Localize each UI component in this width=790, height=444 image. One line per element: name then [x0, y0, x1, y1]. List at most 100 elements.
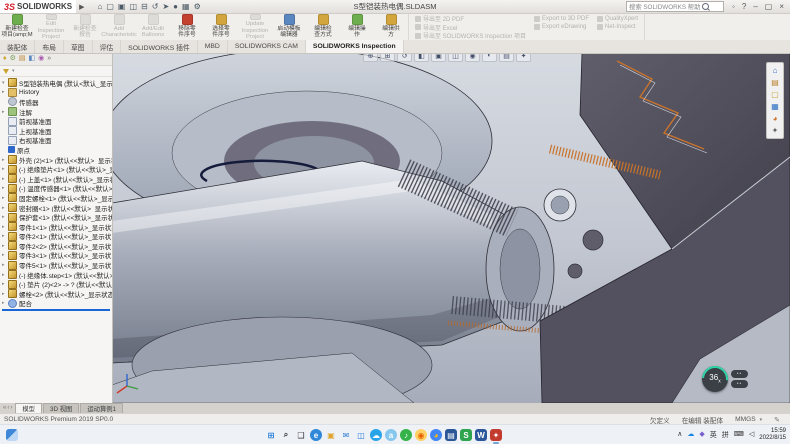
quick-access-icon[interactable]: ⊟: [141, 2, 148, 11]
tray-icon[interactable]: ☁: [687, 431, 694, 439]
export-menu-item[interactable]: QualityXpert: [597, 15, 638, 23]
featuremanager-tab-icon[interactable]: »: [47, 55, 51, 63]
tree-item[interactable]: ▸ (-) 绝缘垫片<1> (默认<<默认>_显: [0, 164, 112, 174]
tab-scroll-arrow-icon[interactable]: «: [3, 405, 6, 411]
tree-root[interactable]: ▾ S型铠装热电偶 (默认<默认_显示状态-1>: [0, 78, 112, 88]
tree-item[interactable]: ▸ 密封圈<1> (默认<<默认>_显示状: [0, 203, 112, 213]
tree-item[interactable]: ▸ 外壳 (2)<1> (默认<<默认>_显示状: [0, 155, 112, 165]
taskbar-app-icon[interactable]: ◫: [355, 429, 367, 441]
window-control-button[interactable]: –: [753, 2, 757, 11]
tree-item[interactable]: ▸ 零件2<1> (默认<<默认>_显示状: [0, 232, 112, 242]
document-tab[interactable]: 运动算例1: [80, 403, 123, 413]
ime-mode-indicator[interactable]: 拼: [722, 430, 729, 440]
menu-flyout-arrow-icon[interactable]: ▶: [79, 3, 84, 11]
ribbon-button[interactable]: Edit Inspection Project: [34, 13, 68, 40]
taskbar-app-icon[interactable]: ▣: [325, 429, 337, 441]
ribbon-button[interactable]: Add/Edit Balloons: [136, 13, 170, 40]
search-icon[interactable]: [702, 3, 709, 10]
export-menu-item[interactable]: 导出至 Excel: [415, 24, 526, 32]
ribbon-button[interactable]: 新建检查 项目(amp;M: [0, 13, 34, 40]
featuremanager-tab-icon[interactable]: ▤: [19, 55, 26, 63]
quick-access-icon[interactable]: ↺: [152, 2, 159, 11]
tree-filter[interactable]: ▾: [0, 66, 112, 77]
ribbon-button[interactable]: Update Inspection Project: [238, 13, 272, 40]
tree-item[interactable]: ▸ (-) 上盖<1> (默认<<默认>_显示状: [0, 174, 112, 184]
touch-keyboard-icon[interactable]: ⌨: [734, 431, 744, 439]
commandmanager-tab[interactable]: MBD: [198, 40, 228, 53]
units-caret-icon[interactable]: ▾: [760, 417, 763, 423]
tree-item[interactable]: ▸ 零件2<2> (默认<<默认>_显示状: [0, 241, 112, 251]
window-control-button[interactable]: ?: [742, 2, 746, 11]
tree-item[interactable]: ▸ 原点: [0, 145, 112, 155]
widgets-icon[interactable]: [6, 429, 18, 441]
tree-item[interactable]: ▸ 右视基准面: [0, 136, 112, 146]
units-selector[interactable]: MMGS: [735, 416, 756, 423]
task-pane-icon[interactable]: ▢: [771, 90, 779, 99]
export-menu-item[interactable]: 导出至 2D PDF: [415, 15, 526, 23]
ribbon-button[interactable]: 移除零 件序号: [170, 13, 204, 40]
tree-item[interactable]: ▸ 上视基准面: [0, 126, 112, 136]
quick-access-icon[interactable]: ⚙: [194, 2, 201, 11]
task-pane-icon[interactable]: ⌂: [773, 66, 778, 75]
taskbar-app-icon[interactable]: ◉: [415, 429, 427, 441]
tree-item[interactable]: ▸ 前视基准面: [0, 116, 112, 126]
window-control-button[interactable]: ×: [779, 2, 784, 11]
commandmanager-tab[interactable]: SOLIDWORKS CAM: [228, 40, 306, 53]
taskbar-clock[interactable]: 15:59 2022/8/15: [759, 428, 786, 442]
commandmanager-tab[interactable]: 布局: [35, 40, 64, 53]
featuremanager-tab-icon[interactable]: ◧: [28, 55, 35, 63]
quick-access-icon[interactable]: ⌂: [98, 2, 103, 11]
speaker-icon[interactable]: ◁: [749, 431, 754, 439]
export-menu-item[interactable]: Net-Inspect: [597, 24, 638, 32]
task-pane-icon[interactable]: ▤: [771, 78, 779, 87]
search-input[interactable]: 搜索 SOLIDWORKS 帮助: [626, 1, 724, 12]
task-pane-icon[interactable]: ✦: [772, 126, 779, 135]
ribbon-button[interactable]: 编辑供 方: [374, 13, 408, 40]
tree-item[interactable]: ▸ 零件1<1> (默认<<默认>_显示状态: [0, 222, 112, 232]
task-pane-icon[interactable]: ◕: [773, 114, 778, 123]
taskbar-app-icon[interactable]: a: [385, 429, 397, 441]
taskbar-app-icon[interactable]: ⊞: [265, 429, 277, 441]
tree-item[interactable]: ▸ 螺栓<2> (默认<<默认>_显示状态: [0, 289, 112, 299]
taskbar-app-icon[interactable]: ❑: [295, 429, 307, 441]
quick-access-icon[interactable]: ●: [173, 2, 178, 11]
tree-item[interactable]: ▸ (-) 绝缘体.step<1> (默认<<默认>: [0, 270, 112, 280]
tree-item[interactable]: ▸ History: [0, 88, 112, 98]
tree-item[interactable]: ▸ 注解: [0, 107, 112, 117]
ribbon-button[interactable]: 新建检查 报告: [68, 13, 102, 40]
window-control-button[interactable]: ◦: [732, 2, 735, 11]
ribbon-button[interactable]: 编辑检 查方式: [306, 13, 340, 40]
ribbon-button[interactable]: 选择零 件序号: [204, 13, 238, 40]
ime-language-indicator[interactable]: 英: [710, 430, 717, 440]
tab-scroll-arrow-icon[interactable]: ›: [10, 405, 12, 411]
ribbon-button[interactable]: Add Characteristic: [102, 13, 136, 40]
taskbar-app-icon[interactable]: ✦: [490, 429, 502, 441]
commandmanager-tab[interactable]: 评估: [93, 40, 122, 53]
quick-access-icon[interactable]: ▣: [118, 2, 126, 11]
tree-item[interactable]: ▸ 保护套<1> (默认<<默认>_显示状: [0, 212, 112, 222]
ribbon-button[interactable]: 编辑操 作: [340, 13, 374, 40]
document-tab[interactable]: 3D 视图: [43, 403, 79, 413]
tray-icon[interactable]: ◆: [699, 431, 704, 439]
taskbar-app-icon[interactable]: ☁: [370, 429, 382, 441]
tab-scroll-arrow-icon[interactable]: ‹: [7, 405, 9, 411]
taskbar-app-icon[interactable]: ⌕: [280, 429, 292, 441]
taskbar-app-icon[interactable]: S: [460, 429, 472, 441]
overlay-pill-top[interactable]: ••: [731, 370, 748, 378]
filter-caret-icon[interactable]: ▾: [12, 68, 15, 74]
taskbar-app-icon[interactable]: ♪: [400, 429, 412, 441]
commandmanager-tab[interactable]: 装配体: [0, 40, 35, 53]
ribbon-button[interactable]: 启动模板 编辑器: [272, 13, 306, 40]
tree-item[interactable]: ▸ 零件5<1> (默认<<默认>_显示状: [0, 260, 112, 270]
taskbar-app-icon[interactable]: e: [310, 429, 322, 441]
commandmanager-tab[interactable]: 草图: [64, 40, 93, 53]
taskbar-app-icon[interactable]: ✉: [340, 429, 352, 441]
featuremanager-tab-icon[interactable]: ⚙: [10, 55, 16, 63]
taskbar-app-icon[interactable]: ◕: [430, 429, 442, 441]
document-tab[interactable]: 模型: [15, 403, 42, 413]
tray-icon[interactable]: ∧: [677, 431, 682, 439]
tree-item[interactable]: ▸ 零件3<1> (默认<<默认>_显示状: [0, 251, 112, 261]
export-menu-item[interactable]: Export to 3D PDF: [534, 15, 589, 23]
commandmanager-tab[interactable]: SOLIDWORKS Inspection: [306, 40, 404, 53]
taskbar-app-icon[interactable]: ▤: [445, 429, 457, 441]
